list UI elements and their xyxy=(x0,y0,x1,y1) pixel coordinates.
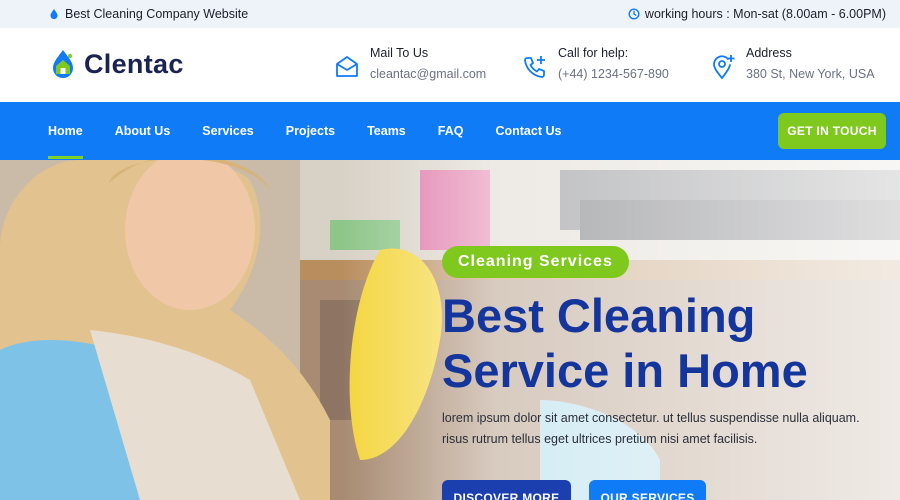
brand-name: Clentac xyxy=(84,48,184,79)
location-pin-plus-icon xyxy=(713,55,735,79)
hero-description: lorem ipsum dolor sit amet consectetur. … xyxy=(442,411,860,446)
house-drop-logo-icon xyxy=(53,50,73,78)
phone-value[interactable]: (+44) 1234-567-890 xyxy=(558,67,669,81)
nav-menu: Home About Us Services Projects Teams FA… xyxy=(48,102,561,160)
tagline: Best Cleaning Company Website xyxy=(65,7,249,21)
top-bar: Best Cleaning Company Website working ho… xyxy=(0,0,900,28)
mail-value[interactable]: cleantac@gmail.com xyxy=(370,67,486,81)
contact-address[interactable]: Address 380 St, New York, USA xyxy=(710,46,875,81)
nav-item-about-us[interactable]: About Us xyxy=(115,124,171,138)
nav-item-home[interactable]: Home xyxy=(48,124,83,159)
nav-item-contact-us[interactable]: Contact Us xyxy=(495,124,561,138)
address-value: 380 St, New York, USA xyxy=(746,67,875,81)
hero-badge: Cleaning Services xyxy=(442,246,629,278)
nav-item-services[interactable]: Services xyxy=(202,124,253,138)
main-navigation: Home About Us Services Projects Teams FA… xyxy=(0,102,900,160)
discover-more-button[interactable]: DISCOVER MORE xyxy=(442,480,571,500)
nav-item-projects[interactable]: Projects xyxy=(286,124,335,138)
water-drop-icon xyxy=(50,9,58,20)
contact-mail[interactable]: Mail To Us cleantac@gmail.com xyxy=(334,46,486,81)
hero-headline: Best Cleaning Service in Home xyxy=(442,288,882,398)
headline-line-2: Service in Home xyxy=(442,344,808,397)
address-title: Address xyxy=(746,46,792,60)
site-header: Clentac Mail To Us cleantac@gmail.com Ca… xyxy=(0,28,900,102)
hero-section: Cleaning Services Best Cleaning Service … xyxy=(0,160,900,500)
working-hours: working hours : Mon-sat (8.00am - 6.00PM… xyxy=(644,7,886,21)
get-in-touch-button[interactable]: GET IN TOUCH xyxy=(778,113,886,149)
clock-icon xyxy=(628,8,640,20)
phone-title: Call for help: xyxy=(558,46,629,60)
tagline-group: Best Cleaning Company Website xyxy=(48,7,248,21)
mail-title: Mail To Us xyxy=(370,46,429,60)
our-services-button[interactable]: OUR SERVICES xyxy=(589,480,706,500)
working-hours-group: working hours : Mon-sat (8.00am - 6.00PM… xyxy=(628,7,886,21)
nav-item-teams[interactable]: Teams xyxy=(367,124,406,138)
headline-line-1: Best Cleaning xyxy=(442,289,756,342)
envelope-icon xyxy=(336,56,358,77)
nav-item-faq[interactable]: FAQ xyxy=(438,124,464,138)
logo[interactable]: Clentac xyxy=(48,48,184,80)
contact-phone[interactable]: Call for help: (+44) 1234-567-890 xyxy=(522,46,669,81)
phone-plus-icon xyxy=(524,56,545,78)
